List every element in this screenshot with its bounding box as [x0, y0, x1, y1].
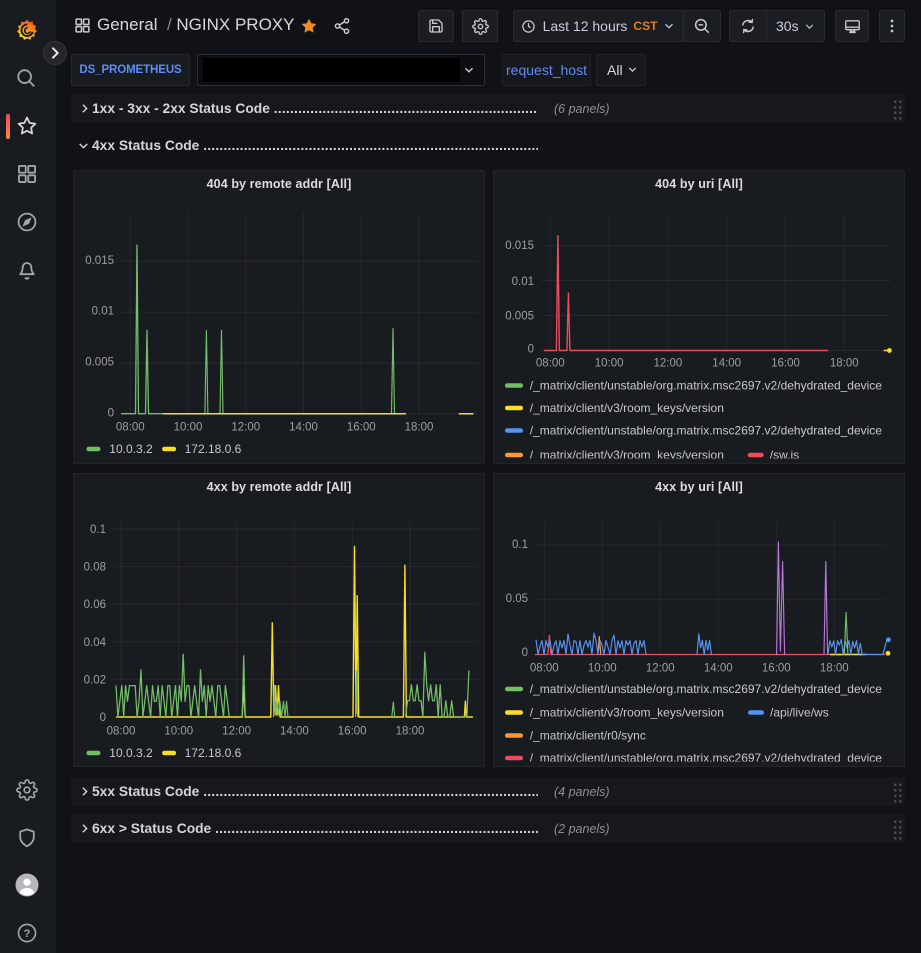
svg-text:08:00: 08:00	[536, 358, 565, 370]
svg-text:0.02: 0.02	[84, 674, 106, 686]
svg-text:12:00: 12:00	[654, 358, 683, 370]
svg-text:/_matrix/client/r0/sync: /_matrix/client/r0/sync	[530, 729, 646, 743]
svg-text:08:00: 08:00	[530, 662, 559, 674]
svg-text:0.005: 0.005	[85, 357, 114, 369]
svg-text:?: ?	[24, 928, 31, 940]
svg-text:0: 0	[528, 344, 534, 356]
svg-text:14:00: 14:00	[712, 358, 741, 370]
svg-text:0.1: 0.1	[512, 539, 528, 551]
svg-text:/_matrix/client/v3/room_keys/v: /_matrix/client/v3/room_keys/version	[530, 706, 724, 720]
svg-text:/api/live/ws: /api/live/ws	[770, 706, 829, 720]
svg-text:0.015: 0.015	[505, 240, 534, 252]
svg-text:0.1: 0.1	[90, 524, 106, 536]
svg-text:/_matrix/client/unstable/org.m: /_matrix/client/unstable/org.matrix.msc2…	[530, 379, 883, 393]
svg-text:12:00: 12:00	[231, 422, 260, 434]
svg-text:10:00: 10:00	[588, 662, 617, 674]
svg-text:10.0.3.2: 10.0.3.2	[109, 746, 153, 760]
svg-text:0.05: 0.05	[506, 593, 528, 605]
svg-text:0.005: 0.005	[505, 311, 534, 323]
svg-text:0.01: 0.01	[512, 276, 534, 288]
svg-text:10:00: 10:00	[595, 358, 624, 370]
svg-text:16:00: 16:00	[338, 726, 367, 738]
svg-text:/_matrix/client/unstable/org.m: /_matrix/client/unstable/org.matrix.msc2…	[530, 682, 883, 696]
svg-text:14:00: 14:00	[280, 726, 309, 738]
svg-text:08:00: 08:00	[107, 726, 136, 738]
svg-text:14:00: 14:00	[704, 662, 733, 674]
svg-text:0.06: 0.06	[84, 599, 106, 611]
svg-text:172.18.0.6: 172.18.0.6	[185, 746, 242, 760]
svg-text:18:00: 18:00	[820, 662, 849, 674]
svg-text:14:00: 14:00	[289, 422, 318, 434]
svg-text:16:00: 16:00	[762, 662, 791, 674]
svg-text:0: 0	[108, 407, 114, 419]
svg-text:0.015: 0.015	[85, 255, 114, 267]
svg-text:16:00: 16:00	[347, 422, 376, 434]
svg-text:172.18.0.6: 172.18.0.6	[185, 442, 242, 456]
svg-text:18:00: 18:00	[830, 358, 859, 370]
svg-text:12:00: 12:00	[222, 726, 251, 738]
svg-text:10:00: 10:00	[174, 422, 203, 434]
svg-text:16:00: 16:00	[771, 358, 800, 370]
svg-text:0: 0	[522, 647, 528, 659]
svg-text:0: 0	[100, 712, 106, 724]
svg-text:0.01: 0.01	[92, 306, 114, 318]
svg-text:0.04: 0.04	[84, 637, 107, 649]
svg-text:18:00: 18:00	[405, 422, 434, 434]
svg-text:18:00: 18:00	[396, 726, 425, 738]
svg-text:/_matrix/client/v3/room_keys/v: /_matrix/client/v3/room_keys/version	[530, 401, 724, 415]
svg-text:08:00: 08:00	[116, 422, 145, 434]
svg-text:10.0.3.2: 10.0.3.2	[109, 442, 153, 456]
svg-text:/_matrix/client/unstable/org.m: /_matrix/client/unstable/org.matrix.msc2…	[530, 424, 883, 438]
svg-text:10:00: 10:00	[164, 726, 193, 738]
svg-text:0.08: 0.08	[84, 562, 106, 574]
svg-text:12:00: 12:00	[646, 662, 675, 674]
